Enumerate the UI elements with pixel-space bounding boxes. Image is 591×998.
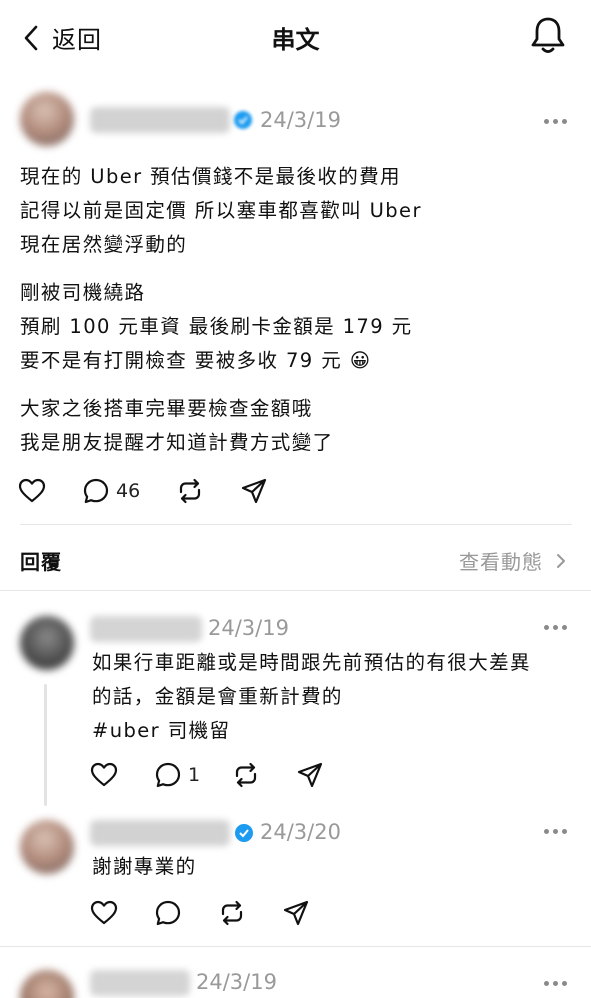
reply-date: 24/3/19 [196, 970, 277, 994]
avatar[interactable] [20, 616, 74, 670]
post-body: 現在的 Uber 預估價錢不是最後收的費用 記得以前是固定價 所以塞車都喜歡叫 … [20, 160, 575, 460]
send-icon [283, 900, 309, 926]
heart-icon [18, 478, 46, 503]
post-line: 預刷 100 元車資 最後刷卡金額是 179 元 [20, 315, 413, 338]
username[interactable]: jianlongzhong [90, 107, 230, 133]
reply-body: 謝謝專業的 [92, 850, 572, 884]
avatar[interactable] [20, 92, 74, 146]
post-paragraph: 現在的 Uber 預估價錢不是最後收的費用 記得以前是固定價 所以塞車都喜歡叫 … [20, 160, 575, 262]
comment-button[interactable]: 1 [154, 760, 200, 790]
avatar[interactable] [20, 970, 74, 998]
reply-line: 如果行車距離或是時間跟先前預估的有很大差異 [92, 651, 531, 674]
heart-icon [90, 900, 118, 925]
like-button[interactable] [90, 898, 118, 928]
divider [20, 524, 572, 525]
more-options-icon[interactable] [544, 826, 570, 836]
post-line: 現在居然變浮動的 [20, 233, 188, 256]
share-button[interactable] [282, 898, 310, 928]
comment-icon [83, 478, 109, 504]
reply-actions: 1 [90, 760, 330, 790]
repost-button[interactable] [232, 760, 260, 790]
view-activity-label: 查看動態 [459, 550, 543, 574]
repost-button[interactable] [176, 476, 204, 506]
username[interactable]: jianlongzhong [90, 820, 230, 846]
thread-line [44, 684, 47, 806]
post-line: 我是朋友提醒才知道計費方式變了 [20, 431, 334, 454]
reply-date: 24/3/20 [260, 820, 341, 844]
reply-body: 如果行車距離或是時間跟先前預估的有很大差異 的話，金額是會重新計費的 #uber… [92, 646, 572, 748]
post-paragraph: 剛被司機繞路 預刷 100 元車資 最後刷卡金額是 179 元 要不是有打開檢查… [20, 276, 575, 378]
more-options-icon[interactable] [544, 978, 570, 988]
chevron-right-icon [557, 553, 565, 568]
verified-badge-icon [234, 111, 252, 129]
divider [0, 946, 591, 947]
comment-button[interactable]: 46 [82, 476, 140, 506]
send-icon [241, 478, 267, 504]
divider [0, 590, 591, 591]
username[interactable]: liuliuhome [90, 616, 202, 642]
post-paragraph: 大家之後搭車完畢要檢查金額哦 我是朋友提醒才知道計費方式變了 [20, 392, 575, 460]
replies-title: 回覆 [20, 550, 62, 574]
bell-icon[interactable] [529, 15, 567, 55]
back-button[interactable]: 返回 [22, 20, 102, 55]
post-line: 大家之後搭車完畢要檢查金額哦 [20, 397, 313, 420]
comment-icon [155, 900, 181, 926]
more-options-icon[interactable] [544, 622, 570, 632]
post-actions: 46 [18, 476, 278, 506]
repost-icon [179, 478, 201, 504]
comment-icon [155, 762, 181, 788]
comment-button[interactable] [154, 898, 182, 928]
repost-icon [221, 900, 243, 926]
comment-count: 46 [116, 480, 141, 502]
top-bar: 返回 串文 [0, 0, 591, 72]
share-button[interactable] [296, 760, 324, 790]
reply-line: #uber 司機留 [92, 719, 231, 742]
reply-line: 謝謝專業的 [92, 855, 197, 878]
reply-line: 的話，金額是會重新計費的 [92, 685, 343, 708]
like-button[interactable] [90, 760, 118, 790]
reply-date: 24/3/19 [208, 616, 289, 640]
reply-actions [90, 898, 330, 928]
back-label: 返回 [52, 26, 102, 54]
chevron-left-icon [24, 25, 38, 50]
avatar[interactable] [20, 820, 74, 874]
heart-icon [90, 762, 118, 787]
username[interactable]: kaiwei715 [90, 970, 190, 996]
share-button[interactable] [240, 476, 268, 506]
replies-header: 回覆 查看動態 [0, 538, 591, 580]
verified-badge-icon [235, 824, 253, 842]
more-options-icon[interactable] [544, 116, 570, 126]
view-activity-link[interactable]: 查看動態 [459, 546, 567, 575]
repost-button[interactable] [218, 898, 246, 928]
comment-count: 1 [188, 764, 201, 786]
send-icon [297, 762, 323, 788]
post-date: 24/3/19 [260, 108, 341, 132]
post-line: 現在的 Uber 預估價錢不是最後收的費用 [20, 165, 401, 188]
repost-icon [235, 762, 257, 788]
post-line: 記得以前是固定價 所以塞車都喜歡叫 Uber [20, 199, 422, 222]
post-line: 剛被司機繞路 [20, 281, 146, 304]
like-button[interactable] [18, 476, 46, 506]
post-line: 要不是有打開檢查 要被多收 79 元 😀 [20, 349, 372, 372]
